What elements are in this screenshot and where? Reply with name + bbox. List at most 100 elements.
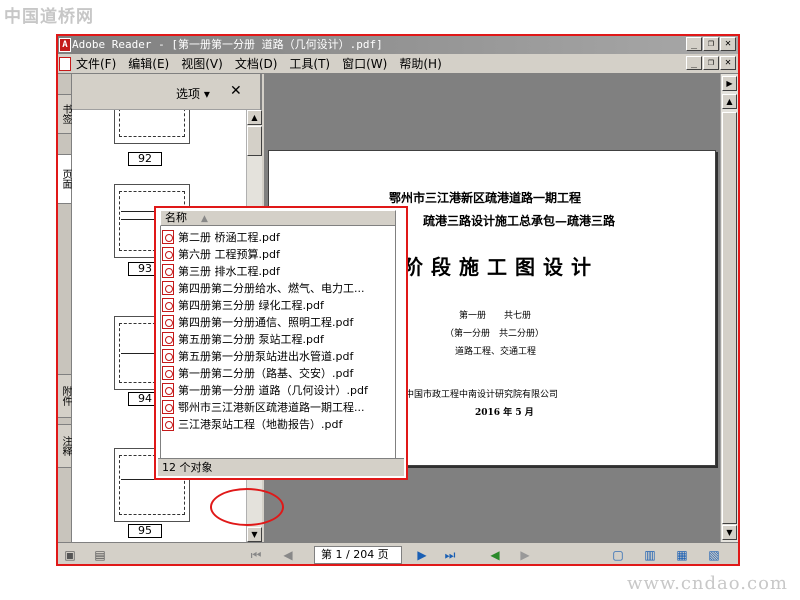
page-number-field[interactable]: 第 1 / 204 页: [314, 546, 402, 564]
list-item[interactable]: 第二册 桥涵工程.pdf: [162, 228, 398, 245]
previous-page-icon[interactable]: ◀: [280, 547, 296, 563]
adobe-app-icon[interactable]: A: [59, 38, 71, 52]
options-button[interactable]: 选项 ▾: [176, 85, 210, 102]
panel-header: 选项 ▾ ✕: [72, 74, 260, 110]
window-controls: _ ❐ ✕: [686, 37, 736, 51]
list-item[interactable]: 第三册 排水工程.pdf: [162, 262, 398, 279]
restore-button[interactable]: ❐: [703, 37, 719, 51]
menu-edit[interactable]: 编辑(E): [128, 55, 169, 72]
continuous-facing-icon[interactable]: ▧: [706, 547, 722, 563]
column-header-label: 名称: [165, 211, 187, 224]
pdf-file-icon: [162, 229, 174, 244]
file-name: 第四册第三分册 绿化工程.pdf: [178, 298, 324, 312]
list-item[interactable]: 三江港泵站工程（地勘报告）.pdf: [162, 415, 398, 432]
window-title: Adobe Reader - [第一册第一分册 道路（几何设计）.pdf]: [72, 38, 383, 51]
thumbnail-page-number: 95: [128, 524, 162, 538]
document-icon[interactable]: [59, 57, 71, 71]
single-page-icon[interactable]: ▢: [610, 547, 626, 563]
highlight-callout: [210, 488, 284, 526]
doc-scroll-up-button[interactable]: ▲: [722, 94, 737, 109]
document-scrollbar[interactable]: ▶ ▲ ▼: [720, 74, 738, 542]
scroll-down-button[interactable]: ▼: [247, 527, 262, 542]
list-item[interactable]: 第五册第一分册泵站进出水管道.pdf: [162, 347, 398, 364]
thumbnail-page-number: 92: [128, 152, 162, 166]
page-title-project: 鄂州市三江港新区疏港道路一期工程: [389, 191, 582, 205]
first-page-icon[interactable]: ⏮: [248, 547, 264, 563]
doc-minimize-button[interactable]: _: [686, 56, 702, 70]
list-item[interactable]: 第一册第一分册 道路（几何设计）.pdf: [162, 381, 398, 398]
page-thumbnail[interactable]: [114, 110, 190, 144]
watermark-logo: 中国道桥网: [4, 7, 94, 27]
navigation-tabs: 书签 页面 附件 注释: [58, 74, 72, 542]
go-forward-icon[interactable]: ▶: [516, 547, 534, 563]
close-button[interactable]: ✕: [720, 37, 736, 51]
navigation-bar: ▣ ▤ ⏮ ◀ 第 1 / 204 页 ▶ ⏭ ◀ ▶ ▢ ▥ ▦ ▧: [58, 542, 738, 564]
doc-close-button[interactable]: ✕: [720, 56, 736, 70]
page-volume: 第一册 共七册: [459, 311, 532, 321]
tab-comments[interactable]: 注释: [58, 424, 72, 468]
doc-restore-button[interactable]: ❐: [703, 56, 719, 70]
menu-view[interactable]: 视图(V): [181, 55, 223, 72]
pdf-file-icon: [162, 297, 174, 312]
page-work-type: 道路工程、交通工程: [455, 347, 537, 357]
list-item[interactable]: 第四册第三分册 绿化工程.pdf: [162, 296, 398, 313]
sort-asc-icon: ▲: [201, 214, 208, 224]
name-column-header[interactable]: 名称 ▲: [160, 210, 396, 226]
watermark-url: www.cndao.com: [627, 573, 788, 594]
facing-icon[interactable]: ▦: [674, 547, 690, 563]
file-name: 第四册第一分册通信、照明工程.pdf: [178, 315, 354, 329]
pdf-file-icon: [162, 365, 174, 380]
file-name: 第一册第一分册 道路（几何设计）.pdf: [178, 383, 368, 397]
doc-scroll-right-button[interactable]: ▶: [722, 76, 737, 91]
pdf-file-icon: [162, 348, 174, 363]
object-count-status: 12 个对象: [158, 458, 404, 476]
pdf-file-icon: [162, 314, 174, 329]
title-bar: A Adobe Reader - [第一册第一分册 道路（几何设计）.pdf] …: [58, 36, 738, 54]
menu-tools[interactable]: 工具(T): [289, 55, 330, 72]
file-name: 三江港泵站工程（地勘报告）.pdf: [178, 417, 343, 431]
tab-attachments[interactable]: 附件: [58, 374, 72, 418]
list-item[interactable]: 第一册第二分册（路基、交安）.pdf: [162, 364, 398, 381]
page-date: 2016 年 5 月: [475, 408, 534, 418]
doc-scroll-thumb[interactable]: [722, 112, 737, 524]
tab-bookmarks[interactable]: 书签: [58, 94, 72, 134]
list-item[interactable]: 第五册第二分册 泵站工程.pdf: [162, 330, 398, 347]
page-institute: 中国市政工程中南设计研究院有限公司: [405, 390, 559, 400]
menu-help[interactable]: 帮助(H): [399, 55, 441, 72]
file-name: 第二册 桥涵工程.pdf: [178, 230, 280, 244]
page-title-stage: 阶段施工图设计: [403, 255, 599, 279]
menu-document[interactable]: 文档(D): [235, 55, 278, 72]
view-icon[interactable]: ▣: [62, 547, 78, 563]
file-name: 第一册第二分册（路基、交安）.pdf: [178, 366, 354, 380]
page-subvolume: （第一分册 共二分册）: [445, 329, 545, 339]
file-name: 第五册第二分册 泵站工程.pdf: [178, 332, 324, 346]
continuous-icon[interactable]: ▥: [642, 547, 658, 563]
minimize-button[interactable]: _: [686, 37, 702, 51]
file-name: 第四册第二分册给水、燃气、电力工...: [178, 281, 365, 295]
layout-icon[interactable]: ▤: [92, 547, 108, 563]
adobe-reader-window: A Adobe Reader - [第一册第一分册 道路（几何设计）.pdf] …: [56, 34, 740, 566]
list-item[interactable]: 鄂州市三江港新区疏港道路一期工程...: [162, 398, 398, 415]
pdf-file-icon: [162, 280, 174, 295]
pdf-file-icon: [162, 246, 174, 261]
next-page-icon[interactable]: ▶: [414, 547, 430, 563]
list-item[interactable]: 第六册 工程预算.pdf: [162, 245, 398, 262]
scroll-thumb[interactable]: [247, 126, 262, 156]
go-back-icon[interactable]: ◀: [486, 547, 504, 563]
attachment-list: 第二册 桥涵工程.pdf 第六册 工程预算.pdf 第三册 排水工程.pdf 第…: [162, 228, 398, 432]
menu-file[interactable]: 文件(F): [76, 55, 116, 72]
close-panel-icon[interactable]: ✕: [230, 83, 242, 99]
document-window-controls: _ ❐ ✕: [686, 56, 736, 70]
file-name: 鄂州市三江港新区疏港道路一期工程...: [178, 400, 365, 414]
last-page-icon[interactable]: ⏭: [442, 547, 458, 563]
pdf-file-icon: [162, 399, 174, 414]
menu-bar: 文件(F) 编辑(E) 视图(V) 文档(D) 工具(T) 窗口(W) 帮助(H…: [58, 54, 738, 74]
menu-window[interactable]: 窗口(W): [342, 55, 387, 72]
doc-scroll-down-button[interactable]: ▼: [722, 525, 737, 540]
tab-pages[interactable]: 页面: [58, 154, 72, 204]
file-name: 第六册 工程预算.pdf: [178, 247, 280, 261]
list-item[interactable]: 第四册第一分册通信、照明工程.pdf: [162, 313, 398, 330]
page-title-section: 疏港三路设计施工总承包—疏港三路: [423, 214, 616, 228]
list-item[interactable]: 第四册第二分册给水、燃气、电力工...: [162, 279, 398, 296]
scroll-up-button[interactable]: ▲: [247, 110, 262, 125]
